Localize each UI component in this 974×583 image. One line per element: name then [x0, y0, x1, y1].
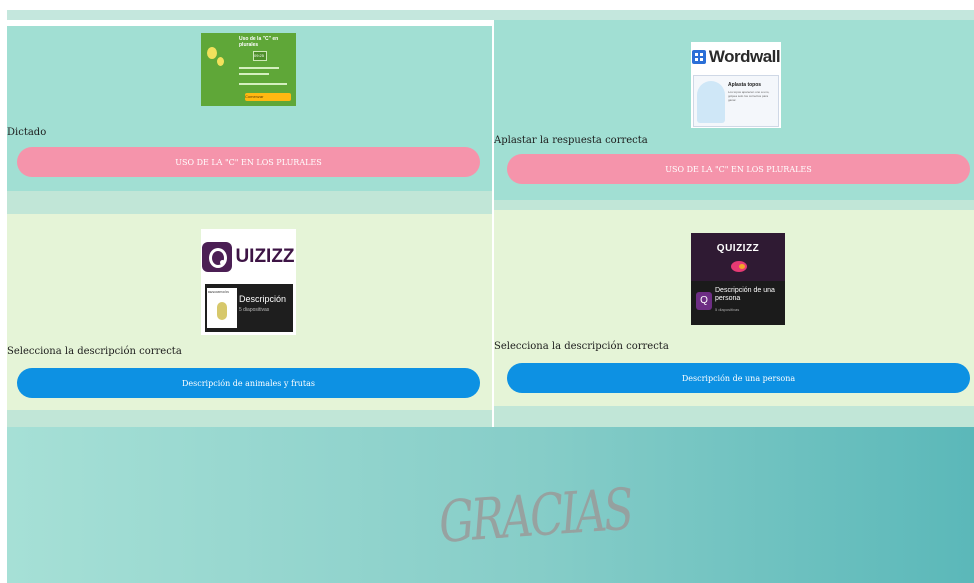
quiz-cover: DESCRIPCIÓN	[207, 288, 237, 328]
thumb-heading: Uso de la "C" en plurales	[239, 36, 279, 48]
quiz-slide-count: 5 diapositivas	[239, 307, 270, 313]
quizizz-thumbnail[interactable]: UIZIZZ DESCRIPCIÓN Descripción 5 diaposi…	[201, 229, 296, 335]
quizizz-brand: QUIZIZZ	[716, 243, 760, 254]
quizizz-thumbnail[interactable]: QUIZIZZ Q Descripción de una persona 5 d…	[691, 233, 785, 325]
activity-name: Aplasta topos	[728, 82, 762, 88]
activity-link-button[interactable]: USO DE LA "C" EN LOS PLURALES	[507, 154, 970, 184]
activity-link-button[interactable]: Descripción de una persona	[507, 363, 970, 393]
section-divider	[494, 200, 974, 210]
card-title: Dictado	[7, 127, 47, 138]
option-row	[239, 73, 269, 75]
wordwall-logo: Wordwall	[691, 42, 781, 72]
quiz-preview: Q Descripción de una persona 5 diapositi…	[691, 281, 785, 325]
quizizz-brand: UIZIZZ	[235, 245, 295, 267]
card-title: Selecciona la descripción correcta	[494, 341, 669, 352]
quizizz-blob-icon	[731, 261, 747, 272]
activity-link-button[interactable]: USO DE LA "C" EN LOS PLURALES	[17, 147, 480, 177]
page: Uso de la "C" en plurales 09:25 Comenzar…	[7, 10, 974, 583]
top-band	[7, 10, 974, 20]
quizizz-logo-icon: Q	[696, 292, 712, 310]
wordwall-brand: Wordwall	[708, 47, 781, 66]
start-button: Comenzar	[245, 93, 291, 101]
quizizz-logo-icon	[202, 241, 233, 272]
dictado-thumbnail[interactable]: Uso de la "C" en plurales 09:25 Comenzar	[201, 33, 296, 106]
lightbulb-icon	[217, 57, 224, 66]
lightbulb-icon	[207, 47, 217, 59]
wordwall-thumbnail[interactable]: Wordwall Aplasta topos Los topos aparece…	[691, 42, 781, 128]
activity-description: Los topos aparecen uno a uno, golpea sol…	[728, 90, 770, 102]
option-row	[239, 67, 279, 69]
quiz-slide-count: 5 diapositivas	[715, 307, 740, 312]
fruit-image	[217, 302, 227, 320]
section-divider	[7, 191, 492, 214]
activity-preview: Aplasta topos Los topos aparecen uno a u…	[693, 75, 779, 127]
card-title: Selecciona la descripción correcta	[7, 346, 182, 357]
card-title: Aplastar la respuesta correcta	[494, 135, 648, 146]
quiz-preview: DESCRIPCIÓN Descripción 5 diapositivas	[205, 284, 293, 332]
quizizz-logo: UIZIZZ	[201, 234, 296, 279]
activity-link-button[interactable]: Descripción de animales y frutas	[17, 368, 480, 398]
quiz-title: Descripción	[239, 294, 287, 304]
timer-display: 09:25	[253, 51, 267, 61]
gracias-signature: GRACIAS	[436, 476, 634, 557]
mole-icon	[697, 81, 725, 123]
quiz-title: Descripción de una persona	[715, 287, 775, 302]
cover-label: DESCRIPCIÓN	[208, 290, 229, 294]
section-divider	[7, 410, 492, 427]
section-divider	[494, 406, 974, 427]
option-row	[239, 83, 287, 85]
wordwall-logo-icon	[691, 50, 706, 64]
